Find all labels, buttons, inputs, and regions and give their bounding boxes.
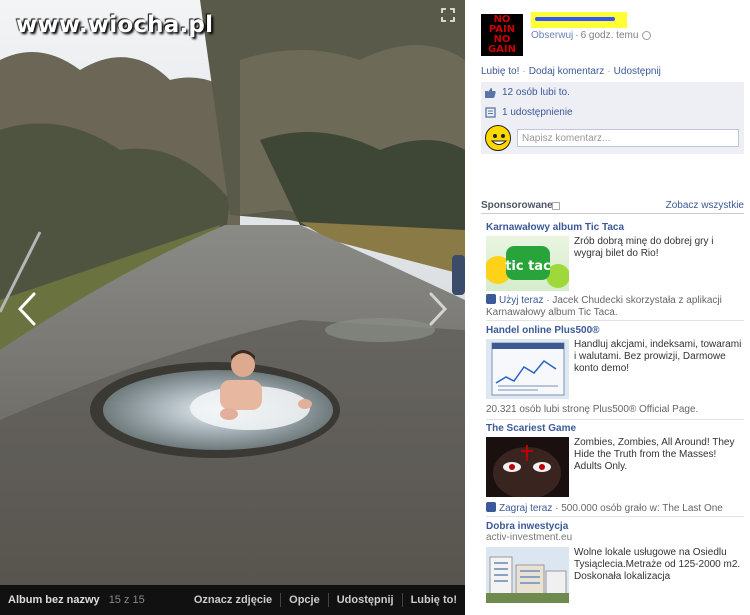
share-icon xyxy=(485,107,496,118)
ad-social-text: 500.000 osób grało w: The Last One xyxy=(561,503,723,514)
ad-image-text: tic tac xyxy=(505,259,551,274)
shares-count[interactable]: 1 udostępnienie xyxy=(502,107,573,118)
ad-title[interactable]: Dobra inwestycja xyxy=(486,521,744,532)
ad-url: activ-investment.eu xyxy=(486,532,573,543)
page-avatar[interactable]: NO PAIN NO GAIN xyxy=(481,14,523,56)
tag-photo-button[interactable]: Oznacz zdjęcie xyxy=(186,585,280,615)
ad-item[interactable]: Handel online Plus500® Handluj akcjami, … xyxy=(486,325,744,420)
see-all-link[interactable]: Zobacz wszystkie xyxy=(666,200,744,211)
options-button[interactable]: Opcje xyxy=(281,585,328,615)
likes-row: 12 osób lubi to. xyxy=(481,82,744,104)
photo-actions: Oznacz zdjęcie Opcje Udostępnij Lubię to… xyxy=(186,585,465,615)
ad-social: 20.321 osób lubi stronę Plus500® Officia… xyxy=(486,404,698,416)
sponsored-header: Sponsorowane Zobacz wszystkie xyxy=(481,200,744,214)
ad-description: Zombies, Zombies, All Around! They Hide … xyxy=(574,437,735,472)
shares-row: 1 udostępnienie xyxy=(481,103,744,122)
action-separator: · xyxy=(607,66,611,77)
tictac-logo: tic tac xyxy=(486,246,569,288)
thumbs-up-icon xyxy=(485,88,496,98)
app-icon xyxy=(486,294,496,304)
use-now-link[interactable]: Użyj teraz xyxy=(499,295,543,306)
play-now-link[interactable]: Zagraj teraz xyxy=(499,503,552,514)
ad-item[interactable]: Karnawałowy album Tic Taca tic tac Zrób … xyxy=(486,222,744,320)
photo xyxy=(0,0,465,585)
ad-description: Handluj akcjami, indeksami, towarami i w… xyxy=(574,339,742,374)
ad-image[interactable] xyxy=(486,437,569,497)
game-icon xyxy=(486,502,496,512)
comment-link[interactable]: Dodaj komentarz xyxy=(529,66,605,77)
page-name-redacted[interactable] xyxy=(531,12,627,28)
divider xyxy=(486,516,744,517)
ad-image[interactable] xyxy=(486,339,569,399)
comment-row xyxy=(481,122,744,154)
ad-social-text: 20.321 osób lubi stronę Plus500® Officia… xyxy=(486,404,699,415)
ad-description: Zrób dobrą minę do dobrej gry i wygraj b… xyxy=(574,236,714,259)
sponsored-title: Sponsorowane xyxy=(481,200,553,211)
ad-item[interactable]: Dobra inwestycja activ-investment.eu Wol… xyxy=(486,521,744,613)
album-title[interactable]: Album bez nazwy xyxy=(8,594,100,606)
zombie-face-image xyxy=(486,437,569,497)
share-button[interactable]: Udostępnij xyxy=(329,585,402,615)
ad-description: Wolne lokale usługowe na Osiedlu Tysiącl… xyxy=(574,547,741,582)
ad-title[interactable]: Karnawałowy album Tic Taca xyxy=(486,222,744,233)
ad-image[interactable]: tic tac xyxy=(486,236,569,291)
ad-image[interactable] xyxy=(486,547,569,603)
meta-separator: · xyxy=(575,30,579,41)
avatar-text-line: GAIN xyxy=(487,44,517,55)
ad-title[interactable]: Handel online Plus500® xyxy=(486,325,744,336)
divider xyxy=(486,419,744,420)
like-link[interactable]: Lubię to! xyxy=(481,66,519,77)
post-time[interactable]: 6 godz. temu xyxy=(581,30,639,41)
next-photo-icon[interactable] xyxy=(425,291,451,327)
user-avatar xyxy=(485,125,511,151)
photo-viewer: www.wiocha.pl Album bez nazwy 15 z 15 Oz… xyxy=(0,0,465,615)
building-image xyxy=(486,547,569,603)
action-separator: · xyxy=(522,66,526,77)
ad-item[interactable]: The Scariest Game Zombies, Zombies, All … xyxy=(486,423,744,518)
trading-chart-image xyxy=(491,342,565,396)
share-link[interactable]: Udostępnij xyxy=(614,66,661,77)
photo-counter: 15 z 15 xyxy=(108,594,145,606)
post-meta: Obserwuj · 6 godz. temu xyxy=(531,30,652,41)
ad-social: Użyj teraz · Jacek Chudecki skorzystała … xyxy=(486,294,722,318)
redaction-scribble xyxy=(535,17,615,21)
globe-icon xyxy=(642,31,652,40)
like-button[interactable]: Lubię to! xyxy=(403,585,465,615)
comment-input[interactable] xyxy=(517,129,739,147)
photo-toolbar: Album bez nazwy 15 z 15 Oznacz zdjęcie O… xyxy=(0,585,465,615)
post-actions: Lubię to! · Dodaj komentarz · Udostępnij xyxy=(481,66,661,77)
ad-title[interactable]: The Scariest Game xyxy=(486,423,744,434)
fullscreen-icon[interactable] xyxy=(441,8,455,22)
smiley-icon xyxy=(490,134,508,145)
divider xyxy=(486,320,744,321)
follow-link[interactable]: Obserwuj xyxy=(531,30,573,41)
ad-social: Zagraj teraz · 500.000 osób grało w: The… xyxy=(486,502,723,515)
photo-sidebar: NO PAIN NO GAIN Obserwuj · 6 godz. temu … xyxy=(465,0,750,615)
ad-info-icon[interactable] xyxy=(552,202,560,210)
watermark: www.wiocha.pl xyxy=(16,12,214,38)
previous-photo-icon[interactable] xyxy=(14,291,40,327)
likes-count[interactable]: 12 osób lubi to. xyxy=(502,87,570,98)
